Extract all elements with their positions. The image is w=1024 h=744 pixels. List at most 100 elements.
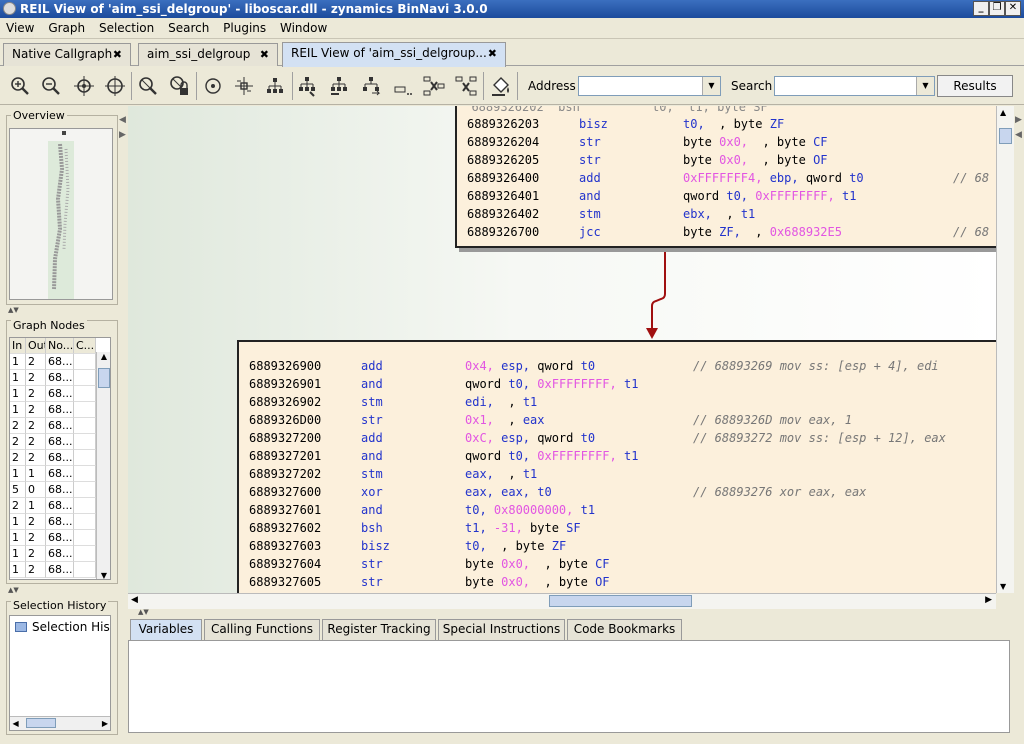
instruction-operands: qword t0, 0xFFFFFFFF, t1 [465, 447, 638, 465]
splitter[interactable]: ▲▼ [138, 608, 149, 616]
maximize-button[interactable]: ❐ [989, 1, 1005, 16]
instruction-operands: byte ZF, , 0x688932E5 [683, 223, 842, 241]
zoom-in-icon[interactable] [7, 73, 33, 99]
table-row[interactable]: 1 2 68... [10, 370, 96, 386]
collapse-left-icon[interactable]: ◀ [119, 115, 126, 125]
toolbar: Address ▼ Search ▼ Results [0, 68, 1024, 105]
menu-selection[interactable]: Selection [94, 18, 159, 38]
select-predecessors-icon[interactable] [390, 73, 416, 99]
expand-nodes-icon[interactable] [453, 73, 479, 99]
delete-nodes-icon[interactable] [421, 73, 447, 99]
close-tab-icon[interactable]: ✖ [113, 44, 122, 65]
table-row[interactable]: 1 2 68... [10, 530, 96, 546]
table-row[interactable]: 1 2 68... [10, 386, 96, 402]
table-row[interactable]: 1 1 68... [10, 466, 96, 482]
graph-nodes-table[interactable]: In Out No... C... 1 2 68... 1 2 68... 1 2 68... 1… [9, 337, 111, 580]
orthogonal-layout-icon[interactable] [231, 73, 257, 99]
minimize-button[interactable]: _ [973, 1, 989, 16]
tab-native-callgraph[interactable]: Native Callgraph ✖ [3, 43, 131, 66]
tab-reil-view[interactable]: REIL View of 'aim_ssi_delgroup... ✖ [282, 42, 506, 67]
graph-vscrollbar[interactable]: ▲ ▼ [996, 106, 1014, 593]
column-header-node[interactable]: No... [46, 338, 74, 354]
overview-canvas[interactable] [9, 128, 113, 300]
tab-special-instructions[interactable]: Special Instructions [438, 619, 565, 640]
graph-nodes-scrollbar[interactable]: ▲ ▼ [96, 352, 110, 579]
tab-code-bookmarks[interactable]: Code Bookmarks [567, 619, 682, 640]
column-header-in[interactable]: In [10, 338, 26, 354]
scroll-thumb[interactable] [549, 595, 692, 607]
paint-bucket-icon[interactable] [487, 73, 513, 99]
menu-plugins[interactable]: Plugins [218, 18, 271, 38]
circular-layout-icon[interactable] [200, 73, 226, 99]
scroll-up-icon[interactable]: ▲ [1000, 108, 1006, 117]
search-combo[interactable]: ▼ [774, 76, 935, 96]
history-item[interactable]: Selection Histo [32, 620, 110, 634]
table-row[interactable]: 2 2 68... [10, 434, 96, 450]
operand-token: t1 [522, 395, 538, 409]
select-parents-icon[interactable] [326, 73, 352, 99]
table-row[interactable]: 1 2 68... [10, 402, 96, 418]
splitter[interactable]: ▲▼ [8, 306, 120, 314]
tab-variables[interactable]: Variables [130, 619, 202, 640]
table-row[interactable]: 1 2 68... [10, 514, 96, 530]
scroll-down-icon[interactable]: ▼ [1000, 582, 1006, 591]
instruction-address: 6889326402 [467, 207, 540, 221]
instruction-mnemonic: add [579, 171, 601, 185]
scroll-up-icon[interactable]: ▲ [97, 352, 110, 361]
column-header-comment[interactable]: C... [74, 338, 96, 354]
menu-graph[interactable]: Graph [43, 18, 90, 38]
close-tab-icon[interactable]: ✖ [488, 43, 497, 64]
expand-left-icon[interactable]: ◀ [1015, 130, 1022, 140]
close-tab-icon[interactable]: ✖ [260, 44, 269, 65]
table-row[interactable]: 1 2 68... [10, 546, 96, 562]
instruction-comment: // 68893276 xor eax, eax [693, 485, 867, 499]
chevron-down-icon[interactable]: ▼ [916, 77, 934, 95]
scroll-down-icon[interactable]: ▼ [97, 571, 110, 579]
operand-token: byte [465, 557, 502, 571]
table-row[interactable]: 2 2 68... [10, 418, 96, 434]
clear-selection-icon[interactable] [135, 73, 161, 99]
table-row[interactable]: 5 0 68... [10, 482, 96, 498]
results-button[interactable]: Results [937, 75, 1013, 97]
cell-comment [74, 562, 96, 578]
menu-view[interactable]: View [1, 18, 39, 38]
cell-in: 1 [10, 546, 26, 562]
menu-window[interactable]: Window [275, 18, 332, 38]
fit-graph-icon[interactable] [102, 73, 128, 99]
chevron-down-icon[interactable]: ▼ [702, 77, 720, 95]
select-children-icon[interactable] [294, 73, 320, 99]
lock-icon[interactable] [166, 73, 192, 99]
cell-node: 68... [46, 418, 74, 434]
edge[interactable] [651, 251, 666, 334]
close-button[interactable]: ✕ [1005, 1, 1021, 16]
scroll-right-icon[interactable]: ▶ [985, 595, 992, 605]
hierarchical-layout-icon[interactable] [262, 73, 288, 99]
tab-register-tracking[interactable]: Register Tracking [322, 619, 436, 640]
zoom-selection-icon[interactable] [71, 73, 97, 99]
column-header-out[interactable]: Out [26, 338, 46, 354]
select-successors-icon[interactable] [358, 73, 384, 99]
scroll-left-icon[interactable]: ◀ [131, 595, 138, 605]
table-row[interactable]: 1 2 68... [10, 562, 96, 578]
address-combo[interactable]: ▼ [578, 76, 721, 96]
splitter[interactable]: ▲▼ [8, 586, 120, 594]
table-row[interactable]: 2 1 68... [10, 498, 96, 514]
tab-aim-ssi-delgroup[interactable]: aim_ssi_delgroup ✖ [138, 43, 278, 66]
tab-calling-functions[interactable]: Calling Functions [204, 619, 320, 640]
operand-token: byte [465, 575, 502, 589]
table-row[interactable]: 2 2 68... [10, 450, 96, 466]
code-block[interactable]: 6889326202 bsh t0, t1, byte SF 688932620… [455, 106, 996, 248]
zoom-out-icon[interactable] [38, 73, 64, 99]
code-block[interactable]: 6889326900 add 0x4, esp, qword t0 // 688932… [237, 340, 996, 593]
scroll-thumb[interactable] [98, 368, 110, 388]
graph-canvas[interactable]: 6889326202 bsh t0, t1, byte SF 688932620… [128, 106, 996, 593]
menu-bar: View Graph Selection Search Plugins Wind… [0, 18, 1024, 39]
collapse-right-icon[interactable]: ▶ [1015, 115, 1022, 125]
selection-history-tree[interactable]: Selection Histo ◀▶ [9, 615, 111, 731]
expand-right-icon[interactable]: ▶ [119, 130, 126, 140]
table-row[interactable]: 1 2 68... [10, 354, 96, 370]
menu-search[interactable]: Search [163, 18, 214, 38]
history-hscrollbar[interactable]: ◀ ▶ [10, 716, 110, 730]
graph-hscrollbar[interactable]: ◀ ▶ [128, 593, 996, 609]
scroll-thumb[interactable] [999, 128, 1012, 144]
